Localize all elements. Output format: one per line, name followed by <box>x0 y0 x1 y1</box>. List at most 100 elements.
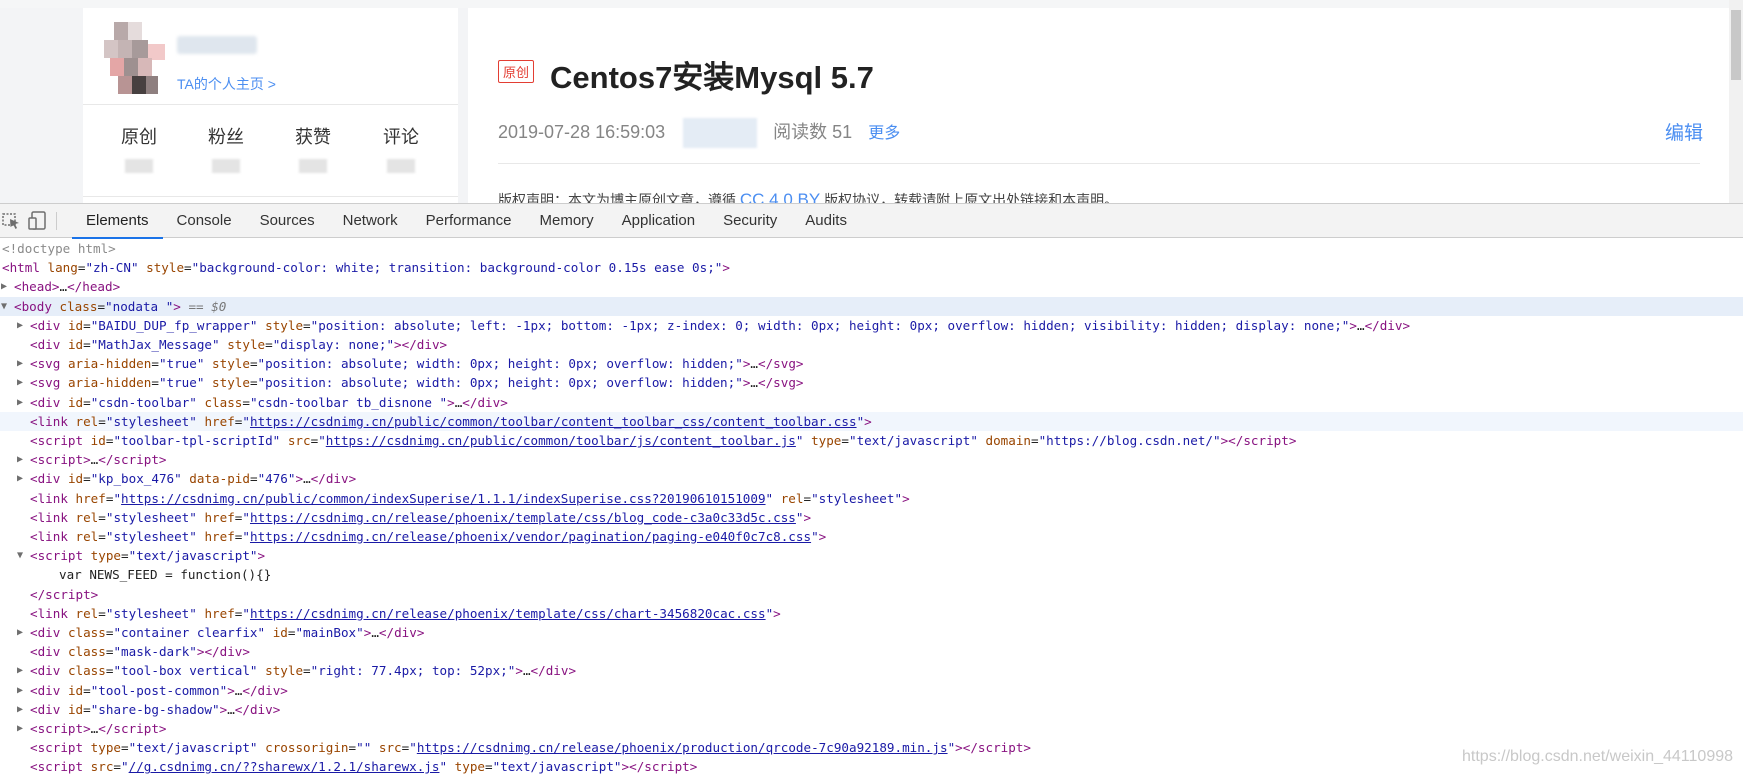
expand-arrow-closed-icon[interactable]: ▶ <box>17 661 27 680</box>
tab-network[interactable]: Network <box>329 204 412 238</box>
dom-node-code: <svg aria-hidden="true" style="position:… <box>30 375 804 391</box>
dom-node-code: var NEWS_FEED = function(){} <box>59 567 272 583</box>
dom-node-line[interactable]: </script> <box>0 585 1743 604</box>
dom-node-line[interactable]: <script id="toolbar-tpl-scriptId" src="h… <box>0 431 1743 450</box>
expand-arrow-closed-icon[interactable]: ▶ <box>17 700 27 719</box>
expand-arrow-open-icon[interactable]: ▼ <box>17 546 27 565</box>
copyright-prefix: 版权声明：本文为博主原创文章，遵循 <box>498 192 736 203</box>
dom-node-code: <div class="container clearfix" id="main… <box>30 625 425 640</box>
stat-original[interactable]: 原创 <box>109 123 169 173</box>
dom-html-line[interactable]: <html lang="zh-CN" style="background-col… <box>0 258 1743 277</box>
stat-fans[interactable]: 粉丝 <box>196 123 256 173</box>
dom-node-line[interactable]: ▶ <div class="tool-box vertical" style="r… <box>0 661 1743 680</box>
dom-node-code: <script type="text/javascript" crossorig… <box>30 740 1031 756</box>
dom-node-line[interactable]: ▶ <script>…</script> <box>0 719 1743 738</box>
original-badge: 原创 <box>498 60 535 83</box>
article-title: Centos7安装Mysql 5.7 <box>550 60 874 95</box>
copyright-notice: 版权声明：本文为博主原创文章，遵循 CC 4.0 BY 版权协议，转载请附上原文… <box>498 190 1118 203</box>
tab-elements[interactable]: Elements <box>72 204 163 239</box>
page-scrollbar-thumb[interactable] <box>1731 10 1741 80</box>
inspect-element-icon[interactable] <box>2 211 22 231</box>
publish-date: 2019-07-28 16:59:03 <box>498 122 666 142</box>
elements-dom-tree: <!doctype html> <html lang="zh-CN" style=… <box>0 239 1743 776</box>
expand-arrow-closed-icon[interactable]: ▶ <box>17 354 27 373</box>
dom-node-line[interactable]: <link rel="stylesheet" href="https://csd… <box>0 604 1743 623</box>
expand-arrow-closed-icon[interactable]: ▶ <box>17 393 27 412</box>
tab-console[interactable]: Console <box>163 204 246 238</box>
dom-node-line[interactable]: ▶ <div id="tool-post-common">…</div> <box>0 681 1743 700</box>
dom-node-line[interactable]: <div class="mask-dark"></div> <box>0 642 1743 661</box>
dom-node-code: <div id="kp_box_476" data-pid="476">…</d… <box>30 471 357 487</box>
dom-node-code: <head>…</head> <box>14 279 121 295</box>
dom-node-code: <script type="text/javascript"> <box>30 548 266 564</box>
dom-node-line[interactable]: ▶ <div id="kp_box_476" data-pid="476">…</… <box>0 469 1743 488</box>
dom-node-code: <html lang="zh-CN" style="background-col… <box>2 260 730 276</box>
devtools-panel: Elements Console Sources Network Performance… <box>0 203 1743 776</box>
edit-link[interactable]: 编辑 <box>1665 118 1703 145</box>
dom-node-line[interactable]: ▶ <div class="container clearfix" id="mai… <box>0 623 1743 642</box>
dom-node-line[interactable]: <link rel="stylesheet" href="https://csd… <box>0 527 1743 546</box>
dom-node-line[interactable]: ▶ <script>…</script> <box>0 450 1743 469</box>
dom-node-code: <body class="nodata "> == $0 <box>14 298 227 314</box>
expand-arrow-closed-icon[interactable]: ▶ <box>17 681 27 700</box>
tab-performance[interactable]: Performance <box>412 204 526 238</box>
author-avatar[interactable] <box>104 22 165 98</box>
expand-arrow-closed-icon[interactable]: ▶ <box>17 469 27 488</box>
stat-label: 粉丝 <box>208 127 244 147</box>
dom-node-code: <link rel="stylesheet" href="https://csd… <box>30 605 781 621</box>
tab-memory[interactable]: Memory <box>526 204 608 238</box>
more-link[interactable]: 更多 <box>868 125 900 142</box>
dom-node-line[interactable]: <link href="https://csdnimg.cn/public/co… <box>0 489 1743 508</box>
dom-node-code: <script id="toolbar-tpl-scriptId" src="h… <box>30 433 1297 448</box>
divider <box>83 196 458 197</box>
dom-text-node-line[interactable]: var NEWS_FEED = function(){} <box>0 565 1743 584</box>
stat-value-blurred <box>125 159 153 173</box>
expand-arrow-closed-icon[interactable]: ▶ <box>17 450 27 469</box>
tab-sources[interactable]: Sources <box>246 204 329 238</box>
dom-body-line-selected[interactable]: ▼ <body class="nodata "> == $0 <box>0 296 1743 316</box>
stat-likes[interactable]: 获赞 <box>283 123 343 173</box>
author-profile-card: TA的个人主页 > 原创 粉丝 获赞 评论 <box>83 8 458 203</box>
tab-audits[interactable]: Audits <box>791 204 861 238</box>
stat-comments[interactable]: 评论 <box>371 123 431 173</box>
blog-page-viewport: TA的个人主页 > 原创 粉丝 获赞 评论 原创 Centos7安装Mysql … <box>0 0 1743 203</box>
dom-head-line[interactable]: ▶ <head>…</head> <box>0 277 1743 296</box>
dom-node-code: <script>…</script> <box>30 721 167 736</box>
expand-arrow-closed-icon[interactable]: ▶ <box>17 373 27 392</box>
dom-node-line[interactable]: ▼ <script type="text/javascript"> <box>0 546 1743 565</box>
expand-arrow-closed-icon[interactable]: ▶ <box>1 277 11 296</box>
article-header: 原创 Centos7安装Mysql 5.7 2019-07-28 16:59:0… <box>468 8 1743 203</box>
devtools-toolbar: Elements Console Sources Network Performance… <box>0 204 1743 239</box>
dom-node-code: <div class="mask-dark"></div> <box>30 644 250 660</box>
expand-arrow-closed-icon[interactable]: ▶ <box>17 316 27 335</box>
dom-node-code: <div id="share-bg-shadow">…</div> <box>30 701 281 717</box>
stat-label: 评论 <box>383 127 419 147</box>
dom-node-line[interactable]: ▶ <div id="BAIDU_DUP_fp_wrapper" style="p… <box>0 316 1743 335</box>
author-name-blurred <box>177 36 257 54</box>
author-blurred <box>683 118 758 149</box>
dom-node-line[interactable]: ▶ <div id="csdn-toolbar" class="csdn-tool… <box>0 393 1743 412</box>
expand-arrow-closed-icon[interactable]: ▶ <box>17 623 27 642</box>
dom-node-line[interactable]: ▶ <svg aria-hidden="true" style="position… <box>0 373 1743 392</box>
dom-node-code: <script src="//g.csdnimg.cn/??sharewx/1.… <box>30 759 698 775</box>
tab-application[interactable]: Application <box>608 204 709 238</box>
dom-node-code: <div id="tool-post-common">…</div> <box>30 682 288 698</box>
dom-node-code: <script>…</script> <box>30 452 167 468</box>
dom-node-line[interactable]: ▶ <svg aria-hidden="true" style="position… <box>0 354 1743 373</box>
tab-security[interactable]: Security <box>709 204 791 238</box>
device-toolbar-icon[interactable] <box>28 211 48 231</box>
dom-node-code: <div class="tool-box vertical" style="ri… <box>30 663 577 679</box>
expand-arrow-open-icon[interactable]: ▼ <box>1 297 11 316</box>
dom-node-line[interactable]: <link rel="stylesheet" href="https://csd… <box>0 411 1743 431</box>
dom-node-code: <div id="BAIDU_DUP_fp_wrapper" style="po… <box>30 317 1411 333</box>
dom-node-line[interactable]: ▶ <div id="share-bg-shadow">…</div> <box>0 700 1743 719</box>
stat-label: 获赞 <box>295 127 331 147</box>
expand-arrow-closed-icon[interactable]: ▶ <box>17 719 27 738</box>
dom-node-line[interactable]: <link rel="stylesheet" href="https://csd… <box>0 508 1743 527</box>
dom-node-code: <!doctype html> <box>2 241 116 256</box>
cc-license-link[interactable]: CC 4.0 BY <box>740 190 820 203</box>
dom-doctype-line[interactable]: <!doctype html> <box>0 239 1743 258</box>
dom-node-line[interactable]: <div id="MathJax_Message" style="display… <box>0 335 1743 354</box>
dom-node-code: <link rel="stylesheet" href="https://csd… <box>30 413 872 429</box>
author-homepage-link[interactable]: TA的个人主页 > <box>177 74 276 94</box>
